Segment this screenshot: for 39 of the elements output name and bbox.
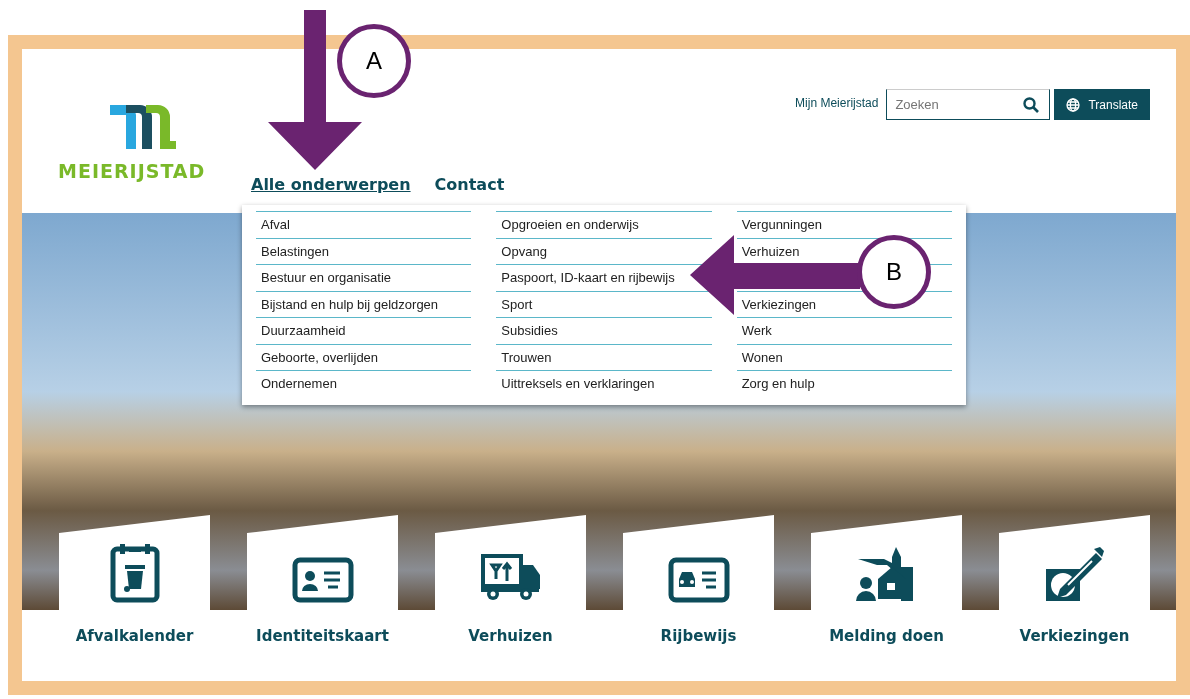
calendar-bin-icon [109, 542, 160, 603]
translate-button[interactable]: Translate [1054, 89, 1150, 120]
shortcut-tile[interactable]: Verhuizen [435, 515, 586, 665]
menu-item[interactable]: Uittreksels en verklaringen [501, 376, 655, 391]
menu-item[interactable]: Vergunningen [741, 217, 822, 232]
menu-item[interactable]: Subsidies [501, 323, 558, 338]
car-card-icon [667, 556, 730, 603]
id-card-icon [291, 556, 354, 603]
menu-item[interactable]: Verhuizen [741, 243, 800, 259]
menu-item[interactable]: Belastingen [261, 243, 329, 259]
menu-item[interactable]: Bijstand en hulp bij geldzorgen [261, 296, 439, 312]
menu-item[interactable]: Geboorte, overlijden [261, 349, 379, 365]
nav-link-item[interactable]: Alle onderwerpen [251, 173, 411, 197]
shortcut-tile[interactable]: Melding doen [811, 515, 962, 665]
pencil-paper-icon [1043, 544, 1106, 603]
search-field[interactable]: Zoeken [886, 89, 1051, 120]
globe-icon [1066, 97, 1081, 112]
menu-item[interactable]: Wonen [741, 349, 783, 365]
shortcut-tile[interactable]: Identiteitskaart [247, 515, 398, 665]
menu-item[interactable]: Afval [261, 217, 290, 232]
menu-item[interactable]: Werk [741, 323, 772, 338]
menu-item[interactable]: Bestuur en organisatie [261, 270, 392, 285]
menu-item[interactable]: Duurzaamheid [261, 323, 346, 338]
menu-item[interactable]: Verkiezingen [741, 296, 817, 312]
menu-item[interactable]: Ondernemen [261, 376, 337, 391]
menu-item[interactable]: Paspoort, ID-kaart en rijbewijs [501, 270, 675, 285]
account-link[interactable]: Mijn Meierijstad [795, 94, 879, 112]
menu-item[interactable]: Sport [501, 296, 533, 312]
menu-item[interactable]: Opvang [501, 243, 547, 259]
logo-text: MEIERIJSTAD [58, 159, 207, 184]
shortcut-tile[interactable]: Verkiezingen [999, 515, 1150, 665]
truck-icon [479, 552, 542, 603]
search-icon[interactable] [1023, 96, 1040, 113]
menu-item[interactable]: Opgroeien en onderwijs [501, 217, 639, 232]
nav-link-item[interactable]: Contact [434, 173, 505, 197]
menu-item[interactable]: Zorg en hulp [741, 376, 815, 391]
shortcut-tile[interactable]: Afvalkalender [59, 515, 210, 665]
shortcut-tile[interactable]: Rijbewijs [623, 515, 774, 665]
menu-item[interactable]: Trouwen [501, 349, 552, 365]
